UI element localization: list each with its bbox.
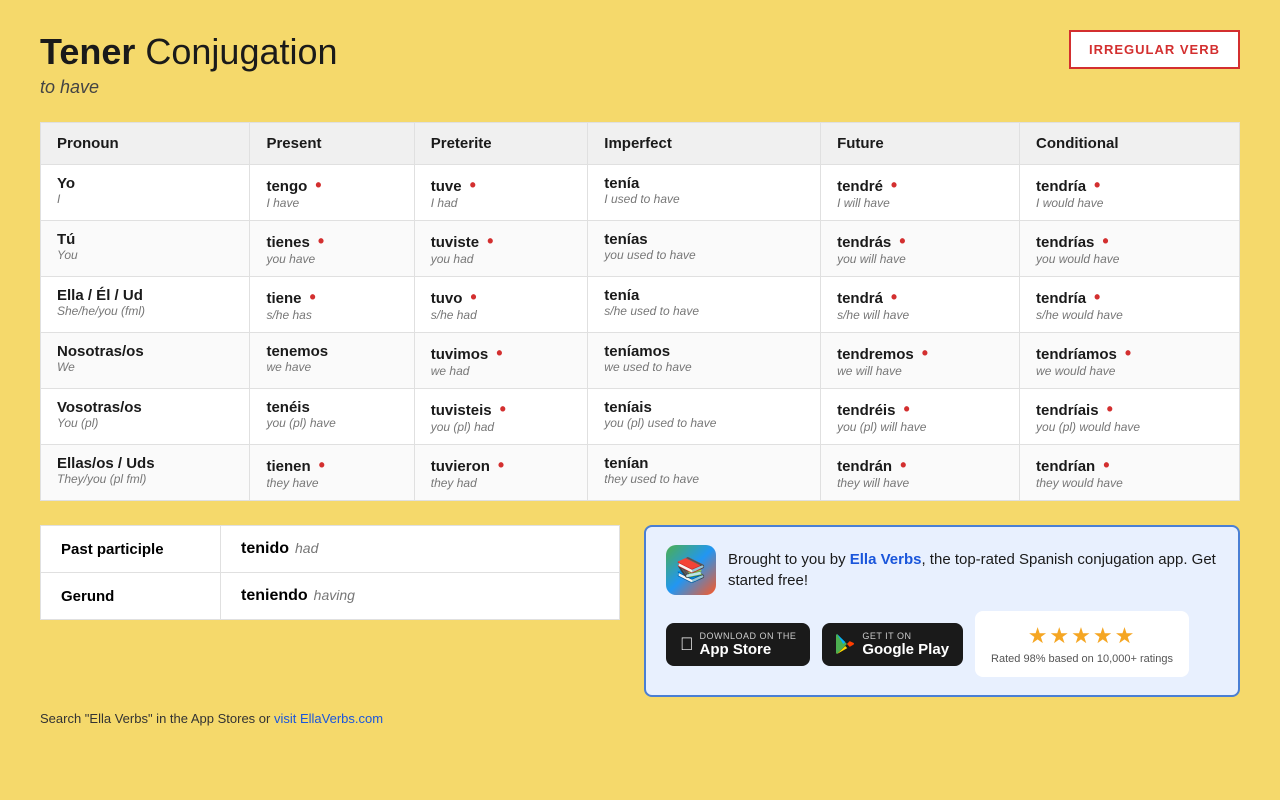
preterite-cell: tuviste •you had	[414, 221, 588, 277]
col-present: Present	[250, 123, 414, 165]
present-cell: tienes •you have	[250, 221, 414, 277]
irregular-badge: IRREGULAR VERB	[1069, 30, 1240, 69]
promo-card: 📚 Brought to you by Ella Verbs, the top-…	[644, 525, 1240, 697]
app-store-button[interactable]:  Download on the App Store	[666, 623, 810, 666]
past-participle-row: Past participle tenidohad	[41, 526, 620, 573]
ella-verbs-icon: 📚	[666, 545, 716, 595]
promo-description: Brought to you by Ella Verbs, the top-ra…	[728, 549, 1218, 591]
participle-table: Past participle tenidohad Gerund teniend…	[40, 525, 620, 620]
col-pronoun: Pronoun	[41, 123, 250, 165]
star-rating: ★★★★★	[1028, 623, 1137, 649]
conditional-cell: tendríamos •we would have	[1020, 333, 1240, 389]
present-cell: tenéisyou (pl) have	[250, 389, 414, 445]
table-row: Ella / Él / UdShe/he/you (fml)tiene •s/h…	[41, 277, 1240, 333]
present-cell: tenemoswe have	[250, 333, 414, 389]
pronoun-cell: Nosotras/osWe	[41, 333, 250, 389]
footer-search-text: Search "Ella Verbs" in the App Stores or…	[40, 711, 1240, 726]
future-cell: tendrás •you will have	[821, 221, 1020, 277]
col-conditional: Conditional	[1020, 123, 1240, 165]
table-row: TúYoutienes •you havetuviste •you hadten…	[41, 221, 1240, 277]
conjugation-table: Pronoun Present Preterite Imperfect Futu…	[40, 122, 1240, 501]
pronoun-cell: Vosotras/osYou (pl)	[41, 389, 250, 445]
title-block: Tener Conjugation to have	[40, 30, 338, 98]
future-cell: tendrá •s/he will have	[821, 277, 1020, 333]
table-row: Ellas/os / UdsThey/you (pl fml)tienen •t…	[41, 445, 1240, 501]
col-imperfect: Imperfect	[588, 123, 821, 165]
ella-verbs-link[interactable]: Ella Verbs	[850, 551, 922, 568]
conditional-cell: tendría •I would have	[1020, 165, 1240, 221]
pronoun-cell: TúYou	[41, 221, 250, 277]
page-title: Tener Conjugation	[40, 30, 338, 73]
rating-text: Rated 98% based on 10,000+ ratings	[991, 653, 1173, 665]
future-cell: tendrán •they will have	[821, 445, 1020, 501]
past-participle-label: Past participle	[41, 526, 221, 573]
conditional-cell: tendrías •you would have	[1020, 221, 1240, 277]
gerund-row: Gerund teniendohaving	[41, 573, 620, 620]
gerund-label: Gerund	[41, 573, 221, 620]
table-row: YoItengo •I havetuve •I hadteníaI used t…	[41, 165, 1240, 221]
table-row: Vosotras/osYou (pl)tenéisyou (pl) havetu…	[41, 389, 1240, 445]
imperfect-cell: teníaI used to have	[588, 165, 821, 221]
google-play-button[interactable]: GET IT ON Google Play	[822, 623, 963, 666]
conditional-cell: tendría •s/he would have	[1020, 277, 1240, 333]
col-preterite: Preterite	[414, 123, 588, 165]
future-cell: tendréis •you (pl) will have	[821, 389, 1020, 445]
present-cell: tengo •I have	[250, 165, 414, 221]
preterite-cell: tuvimos •we had	[414, 333, 588, 389]
preterite-cell: tuvieron •they had	[414, 445, 588, 501]
preterite-cell: tuve •I had	[414, 165, 588, 221]
pronoun-cell: YoI	[41, 165, 250, 221]
promo-header: 📚 Brought to you by Ella Verbs, the top-…	[666, 545, 1218, 595]
preterite-cell: tuvo •s/he had	[414, 277, 588, 333]
future-cell: tendremos •we will have	[821, 333, 1020, 389]
imperfect-cell: teníamoswe used to have	[588, 333, 821, 389]
apple-icon: 	[680, 634, 694, 655]
past-participle-value: tenidohad	[221, 526, 620, 573]
bottom-section: Past participle tenidohad Gerund teniend…	[40, 525, 1240, 697]
pronoun-cell: Ella / Él / UdShe/he/you (fml)	[41, 277, 250, 333]
table-row: Nosotras/osWetenemoswe havetuvimos •we h…	[41, 333, 1240, 389]
google-play-icon	[836, 634, 856, 654]
page-header: Tener Conjugation to have IRREGULAR VERB	[40, 30, 1240, 98]
future-cell: tendré •I will have	[821, 165, 1020, 221]
imperfect-cell: teníaisyou (pl) used to have	[588, 389, 821, 445]
gerund-value: teniendohaving	[221, 573, 620, 620]
imperfect-cell: teníanthey used to have	[588, 445, 821, 501]
pronoun-cell: Ellas/os / UdsThey/you (pl fml)	[41, 445, 250, 501]
col-future: Future	[821, 123, 1020, 165]
rating-box: ★★★★★ Rated 98% based on 10,000+ ratings	[975, 611, 1189, 677]
conditional-cell: tendríais •you (pl) would have	[1020, 389, 1240, 445]
page-subtitle: to have	[40, 77, 338, 98]
preterite-cell: tuvisteis •you (pl) had	[414, 389, 588, 445]
ella-verbs-website-link[interactable]: visit EllaVerbs.com	[274, 711, 383, 726]
present-cell: tiene •s/he has	[250, 277, 414, 333]
present-cell: tienen •they have	[250, 445, 414, 501]
conditional-cell: tendrían •they would have	[1020, 445, 1240, 501]
imperfect-cell: tenías/he used to have	[588, 277, 821, 333]
imperfect-cell: teníasyou used to have	[588, 221, 821, 277]
